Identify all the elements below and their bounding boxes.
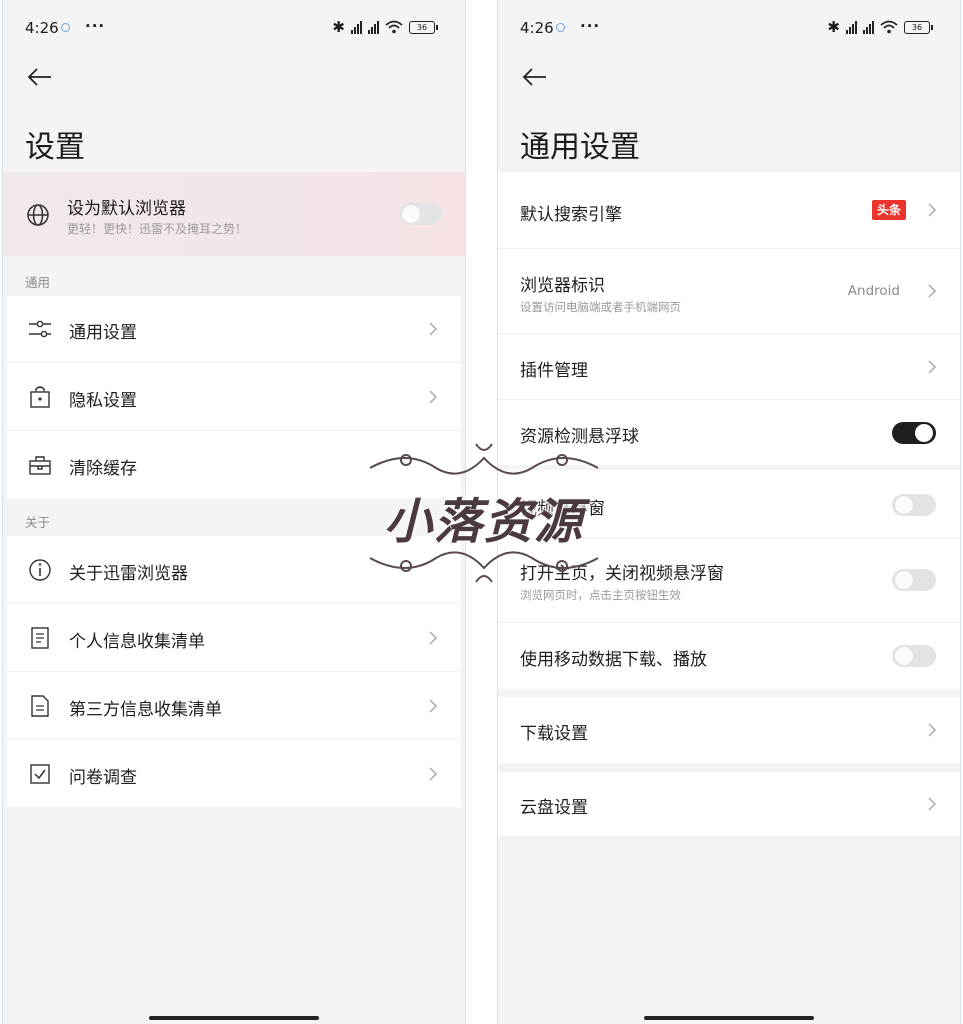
chevron-right-icon xyxy=(928,284,937,298)
menu-item-personal-info-list[interactable]: 个人信息收集清单 xyxy=(7,604,461,672)
status-icons: ✱ 36 xyxy=(827,18,933,36)
section-label-general: 通用 xyxy=(25,275,51,290)
menu-item-label: 隐私设置 xyxy=(69,391,137,411)
menu-item-label: 问卷调查 xyxy=(69,768,137,788)
toggle-knob xyxy=(895,571,913,589)
default-browser-subtitle: 更轻！更快！迅雷不及掩耳之势！ xyxy=(67,222,248,236)
toggle-knob xyxy=(895,496,913,514)
setting-subtitle: 设置访问电脑端或者手机端网页 xyxy=(520,300,681,314)
signal-icon xyxy=(863,20,874,34)
cloud-settings-card: 云盘设置 xyxy=(498,772,960,836)
home-indicator[interactable] xyxy=(149,1016,319,1020)
battery-icon: 36 xyxy=(904,20,933,34)
open-home-toggle[interactable] xyxy=(892,569,936,591)
battery-icon: 36 xyxy=(409,20,438,34)
ua-value: Android xyxy=(847,283,900,299)
setting-label: 默认搜索引擎 xyxy=(520,205,622,225)
menu-item-general-settings[interactable]: 通用设置 xyxy=(7,296,461,363)
status-bar: 4:26 ··· ✱ 36 xyxy=(498,14,960,40)
toutiao-logo-badge: 头条 xyxy=(872,200,906,220)
setting-label: 插件管理 xyxy=(520,361,588,381)
chevron-right-icon xyxy=(928,203,937,217)
globe-icon xyxy=(27,204,49,226)
setting-label: 云盘设置 xyxy=(520,798,588,818)
setting-default-search-engine[interactable]: 默认搜索引擎 头条 xyxy=(498,172,960,249)
setting-plugin-management[interactable]: 插件管理 xyxy=(498,334,960,400)
chevron-right-icon xyxy=(928,723,937,737)
chevron-right-icon xyxy=(429,699,438,713)
default-browser-banner[interactable]: 设为默认浏览器 更轻！更快！迅雷不及掩耳之势！ xyxy=(3,172,465,256)
setting-subtitle: 浏览网页时，点击主页按钮生效 xyxy=(520,588,681,602)
status-bar: 4:26 ··· ✱ 36 xyxy=(3,14,465,40)
status-time: 4:26 xyxy=(25,19,59,37)
menu-item-label: 通用设置 xyxy=(69,323,137,343)
watermark: 小落资源 xyxy=(366,438,602,588)
setting-cloud-disk[interactable]: 云盘设置 xyxy=(498,772,960,836)
page-title: 通用设置 xyxy=(520,130,640,165)
chevron-right-icon xyxy=(429,631,438,645)
browser-notification-icon xyxy=(61,23,70,32)
setting-label: 下载设置 xyxy=(520,724,588,744)
info-icon xyxy=(29,559,51,581)
video-float-toggle[interactable] xyxy=(892,494,936,516)
back-arrow-icon[interactable] xyxy=(520,62,550,92)
toggle-knob xyxy=(402,205,420,223)
status-icons: ✱ 36 xyxy=(332,18,438,36)
status-time: 4:26 xyxy=(520,19,554,37)
setting-label: 浏览器标识 xyxy=(520,276,605,296)
toolbox-icon xyxy=(29,456,51,475)
doc-icon xyxy=(31,695,49,717)
setting-mobile-data[interactable]: 使用移动数据下载、播放 xyxy=(498,623,960,689)
wifi-icon xyxy=(385,20,403,34)
signal-icon xyxy=(846,20,857,34)
setting-label: 使用移动数据下载、播放 xyxy=(520,650,707,670)
menu-item-label: 清除缓存 xyxy=(69,459,137,479)
list-doc-icon xyxy=(31,627,49,649)
section-label-about: 关于 xyxy=(25,515,51,530)
chevron-right-icon xyxy=(429,767,438,781)
resource-ball-toggle[interactable] xyxy=(892,422,936,444)
chevron-right-icon xyxy=(429,322,438,336)
bluetooth-icon: ✱ xyxy=(332,18,345,36)
menu-item-label: 个人信息收集清单 xyxy=(69,632,205,652)
download-settings-card: 下载设置 xyxy=(498,697,960,763)
page-title: 设置 xyxy=(25,130,85,165)
toggle-knob xyxy=(895,647,913,665)
chevron-right-icon xyxy=(928,360,937,374)
setting-download[interactable]: 下载设置 xyxy=(498,697,960,763)
back-arrow-icon[interactable] xyxy=(25,62,55,92)
checkbox-icon xyxy=(30,764,50,784)
default-browser-label: 设为默认浏览器 xyxy=(67,199,186,219)
chevron-right-icon xyxy=(429,390,438,404)
sliders-icon xyxy=(29,320,51,338)
watermark-text: 小落资源 xyxy=(383,494,584,550)
menu-item-privacy-settings[interactable]: 隐私设置 xyxy=(7,363,461,431)
mobile-data-toggle[interactable] xyxy=(892,645,936,667)
signal-icon xyxy=(368,20,379,34)
signal-icon xyxy=(351,20,362,34)
home-indicator[interactable] xyxy=(644,1016,814,1020)
setting-browser-ua[interactable]: 浏览器标识 设置访问电脑端或者手机端网页 Android xyxy=(498,249,960,334)
menu-item-survey[interactable]: 问卷调查 xyxy=(7,740,461,807)
menu-item-third-party-info-list[interactable]: 第三方信息收集清单 xyxy=(7,672,461,740)
default-browser-toggle[interactable] xyxy=(399,203,443,225)
more-notifications-icon: ··· xyxy=(85,17,106,35)
browser-notification-icon xyxy=(556,23,565,32)
toggle-knob xyxy=(915,424,933,442)
bluetooth-icon: ✱ xyxy=(827,18,840,36)
menu-item-label: 第三方信息收集清单 xyxy=(69,700,222,720)
menu-item-label: 关于迅雷浏览器 xyxy=(69,564,188,584)
general-settings-card-main: 默认搜索引擎 头条 浏览器标识 设置访问电脑端或者手机端网页 Android 插… xyxy=(498,172,960,465)
lock-bag-icon xyxy=(30,386,50,408)
chevron-right-icon xyxy=(928,797,937,811)
more-notifications-icon: ··· xyxy=(580,17,601,35)
wifi-icon xyxy=(880,20,898,34)
